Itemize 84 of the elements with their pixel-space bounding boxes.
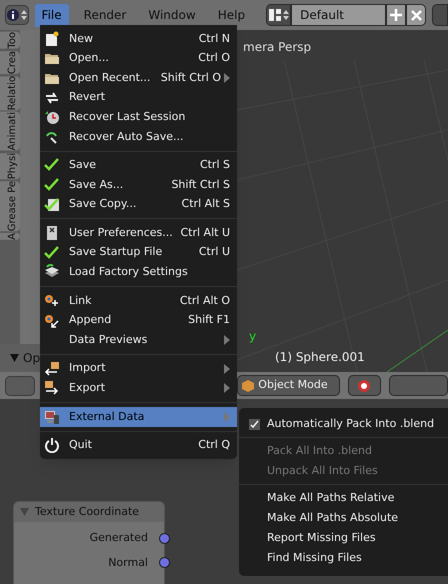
clock-icon (44, 109, 60, 126)
menu-item[interactable]: Open... Ctrl O (40, 48, 237, 68)
pivot-button[interactable] (348, 375, 381, 396)
menu-item[interactable]: Open Recent... Shift Ctrl O (40, 68, 237, 88)
checkbox[interactable] (249, 418, 260, 430)
cube-icon (242, 380, 254, 392)
menu-tab[interactable]: Window (141, 4, 203, 26)
menu-item[interactable]: Make All Paths Absolute (239, 508, 448, 528)
menu-tab[interactable]: Help (210, 4, 252, 26)
check-icon (44, 157, 60, 174)
output-label: Normal (108, 554, 148, 570)
menu-item[interactable]: New Ctrl N (40, 29, 237, 49)
collapse-triangle-icon (10, 354, 19, 362)
menu-item[interactable]: Report Missing Files (239, 528, 448, 548)
mode-dropdown[interactable]: Object Mode (237, 375, 340, 396)
menu-item[interactable]: Find Missing Files (239, 548, 448, 568)
import-icon (44, 360, 60, 377)
export-icon (44, 380, 60, 396)
document-icon (44, 30, 60, 47)
tool-tab[interactable]: Grease Pe (0, 181, 20, 232)
submenu-arrow-icon (224, 383, 230, 394)
snap-button[interactable] (388, 375, 448, 396)
target-icon (358, 380, 370, 392)
tool-tab[interactable]: Crea (0, 50, 20, 74)
layout-selector-button[interactable] (266, 4, 292, 26)
submenu-arrow-icon (224, 72, 230, 83)
refresh-icon (44, 90, 60, 106)
menu-item[interactable]: Recover Auto Save... (40, 126, 237, 147)
editor-type-button[interactable] (5, 5, 29, 25)
output-socket[interactable] (159, 557, 170, 568)
tool-tab[interactable]: Physi (0, 152, 20, 179)
menu-item[interactable]: Quit Ctrl Q (40, 436, 237, 456)
close-button[interactable] (406, 4, 426, 26)
check-icon (44, 176, 60, 193)
menu-item[interactable]: Save Ctrl S (40, 156, 237, 176)
submenu-arrow-icon (224, 335, 230, 346)
submenu-arrow-icon (224, 412, 230, 422)
computer-icon (44, 408, 60, 425)
menu-item[interactable]: User Preferences... Ctrl Alt U (40, 223, 237, 243)
collapse-triangle-icon (20, 508, 29, 516)
menu-item[interactable]: Append Shift F1 (40, 310, 237, 330)
menu-item[interactable]: Revert (40, 88, 237, 108)
menu-item[interactable]: External Data (40, 407, 237, 427)
info-icon (6, 9, 19, 21)
menu-tab[interactable]: Render (76, 4, 134, 26)
tool-tab[interactable]: Animati (0, 112, 20, 151)
add-button[interactable] (386, 4, 406, 26)
check-icon (250, 420, 259, 428)
node-title: Texture Coordinate (35, 504, 140, 520)
panel-icon (44, 225, 60, 242)
tool-tab[interactable]: A (0, 233, 20, 240)
power-icon (44, 437, 60, 454)
arrow-icon (44, 312, 60, 329)
plus-icon (390, 9, 402, 21)
object-label: (1) Sphere.001 (275, 349, 366, 366)
link-icon (44, 292, 60, 309)
layout-name-field[interactable]: Default (291, 4, 386, 26)
engine-button[interactable] (432, 4, 448, 26)
submenu-arrow-icon (224, 364, 230, 374)
checklist-icon (44, 196, 60, 213)
up-down-arrows-icon (20, 9, 27, 21)
menu-item[interactable]: Data Previews (40, 330, 237, 350)
output-socket[interactable] (159, 532, 170, 544)
output-label: Generated (90, 530, 148, 546)
menu-item[interactable]: Import (40, 358, 237, 378)
menu-item[interactable]: Save As... Shift Ctrl S (40, 175, 237, 195)
menu-tab[interactable]: File (34, 4, 69, 26)
up-down-arrows-icon (282, 9, 289, 21)
menu-item[interactable]: Save Copy... Ctrl Alt S (40, 194, 237, 214)
menu-item[interactable]: Recover Last Session (40, 107, 237, 127)
operator-title: Op (23, 350, 40, 367)
tool-tab[interactable]: Relatio (0, 76, 20, 110)
menu-item[interactable]: Automatically Pack Into .blend (239, 414, 448, 434)
view-label: mera Persp (243, 39, 312, 56)
check-icon (44, 244, 60, 261)
layout-icon (268, 9, 281, 21)
menu-item[interactable]: Make All Paths Relative (239, 488, 448, 508)
menu-item[interactable]: Load Factory Settings (40, 262, 237, 282)
menu-item[interactable]: Link Ctrl Alt O (40, 291, 237, 311)
menu-item[interactable]: Export (40, 378, 237, 398)
tool-tab[interactable]: Too (0, 32, 20, 49)
menu-item[interactable]: Save Startup File Ctrl U (40, 242, 237, 263)
axis-label: y (249, 330, 258, 342)
close-icon (410, 10, 422, 20)
